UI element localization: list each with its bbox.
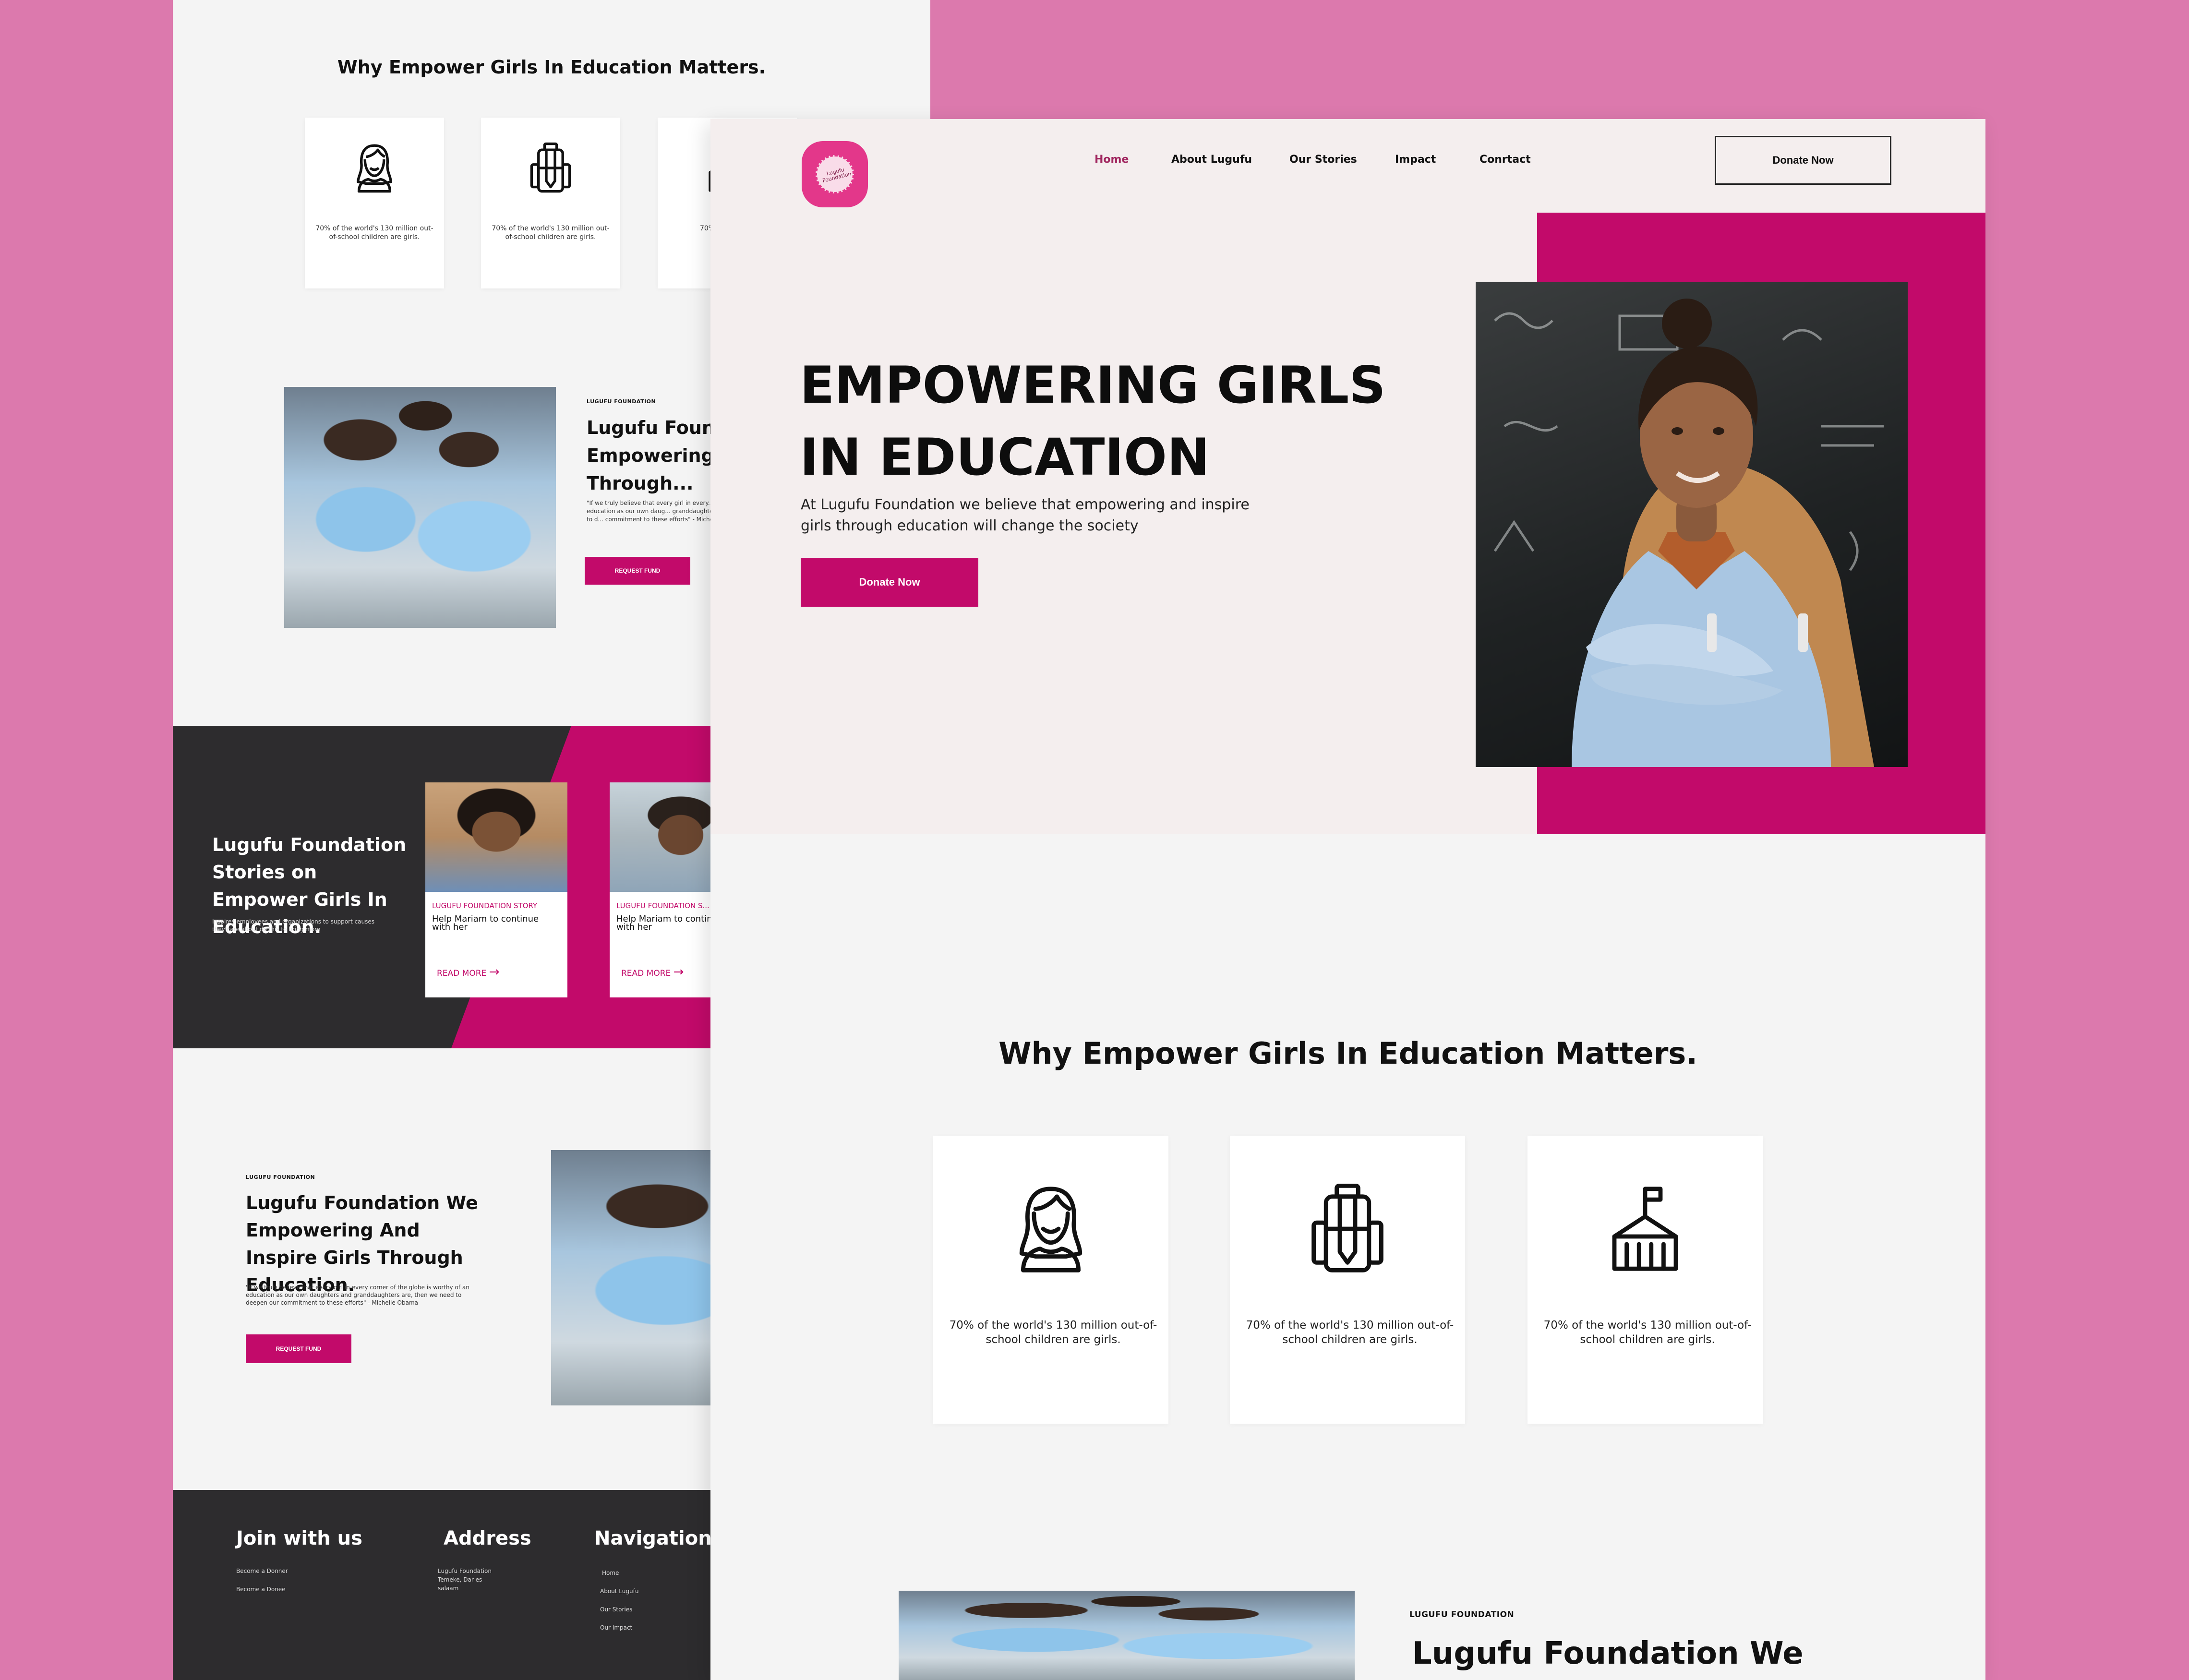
nav-about[interactable]: About Lugufu — [1171, 154, 1252, 166]
nav-home[interactable]: Home — [1094, 154, 1129, 166]
story-eyebrow: LUGUFU FOUNDATION STORY — [432, 901, 538, 910]
backpack-icon — [1311, 1184, 1383, 1272]
school-icon — [1612, 1187, 1678, 1271]
read-more-link[interactable]: READ MORE → — [621, 965, 684, 979]
card-text: 70% of the world's 130 million out-of-sc… — [949, 1319, 1157, 1346]
arrow-right-icon: → — [489, 965, 500, 979]
why-section-title: Why Empower Girls In Education Matters. — [998, 1036, 1697, 1071]
footer-nav-link[interactable]: About Lugufu — [600, 1587, 638, 1596]
why-card: 70% of the world's 130 million out-of-sc… — [933, 1136, 1168, 1424]
card-text: 70% of the world's 130 million out-of-sc… — [315, 225, 433, 241]
second-heading: Lugufu Foundation We Empowering And Insp… — [246, 1192, 478, 1296]
story-title: Help Mariam to continue with her — [432, 914, 539, 932]
why-card: 70% of the world's 130 million out-of-sc… — [1230, 1136, 1465, 1424]
story-photo — [425, 782, 567, 892]
card-text: 70% of the world's 130 million out-of-sc… — [1246, 1319, 1454, 1346]
logo[interactable]: Lugufu Foundation — [802, 141, 868, 207]
intro-heading: Lugufu Foundation We — [1412, 1636, 1804, 1671]
why-card: 70% of the world's 130 million out-of-sc… — [1527, 1136, 1763, 1424]
story-card[interactable]: LUGUFU FOUNDATION STORY Help Mariam to c… — [425, 782, 567, 997]
hero-title-line-1: EMPOWERING GIRLS — [800, 356, 1386, 415]
read-more-link[interactable]: READ MORE → — [437, 965, 499, 979]
hero-student-photo — [1476, 282, 1908, 767]
footer-navigation-title: Navigation — [594, 1527, 712, 1549]
footer-nav-link[interactable]: Our Stories — [600, 1605, 632, 1614]
classroom-photo — [284, 387, 556, 628]
logo-badge: Lugufu Foundation — [816, 155, 854, 193]
stories-description: Inspires employees and organizations to … — [212, 918, 375, 933]
why-card: 70% of the world's 130 million out-of-sc… — [481, 118, 620, 288]
hero-donate-button[interactable]: Donate Now — [801, 558, 978, 607]
address-line: Temeke, Dar es — [438, 1576, 482, 1583]
address-line: salaam — [438, 1585, 459, 1592]
card-text: 70% of the world's 130 million out-of-sc… — [492, 225, 610, 241]
request-fund-button[interactable]: REQUEST FUND — [246, 1334, 351, 1363]
logo-text: Lugufu Foundation — [821, 166, 852, 184]
card-text: 70% of the world's 130 million out-of-sc… — [1543, 1319, 1752, 1346]
girl-icon — [1019, 1187, 1082, 1272]
request-fund-button[interactable]: REQUEST FUND — [585, 557, 690, 585]
student-illustration — [1493, 299, 1884, 767]
footer-link[interactable]: Become a Donner — [236, 1567, 288, 1575]
story-eyebrow: LUGUFU FOUNDATION S... — [616, 901, 710, 910]
hero-title: EMPOWERING GIRLS IN EDUCATION — [800, 349, 1424, 493]
classroom-photo — [899, 1591, 1355, 1680]
why-card: 70% of the world's 130 million out-of-sc… — [305, 118, 444, 288]
intro-eyebrow: LUGUFU FOUNDATION — [587, 398, 656, 405]
nav-impact[interactable]: Impact — [1395, 154, 1436, 166]
nav-stories[interactable]: Our Stories — [1289, 154, 1357, 166]
why-section-title: Why Empower Girls In Education Matters. — [337, 57, 766, 78]
footer-address-title: Address — [444, 1527, 531, 1549]
footer-link[interactable]: Become a Donee — [236, 1585, 286, 1594]
intro-eyebrow: LUGUFU FOUNDATION — [1409, 1610, 1515, 1620]
nav-contact[interactable]: Conrtact — [1479, 154, 1531, 166]
header-donate-button[interactable]: Donate Now — [1715, 136, 1891, 185]
front-page-preview: Lugufu Foundation Home About Lugufu Our … — [710, 119, 1985, 1680]
second-quote: "If we truly believe that every girl in … — [246, 1284, 469, 1306]
hero-subtitle: At Lugufu Foundation we believe that emp… — [801, 496, 1250, 534]
backpack-icon — [530, 142, 571, 193]
second-eyebrow: LUGUFU FOUNDATION — [246, 1174, 315, 1180]
arrow-right-icon: → — [673, 965, 684, 979]
address-line: Lugufu Foundation — [438, 1568, 492, 1574]
girl-icon — [357, 144, 392, 193]
hero-title-line-2: IN EDUCATION — [800, 428, 1210, 487]
footer-nav-link[interactable]: Home — [602, 1569, 619, 1577]
hero-section: Lugufu Foundation Home About Lugufu Our … — [710, 119, 1985, 834]
footer-join-title: Join with us — [236, 1527, 362, 1549]
footer-nav-link[interactable]: Our Impact — [600, 1623, 632, 1632]
